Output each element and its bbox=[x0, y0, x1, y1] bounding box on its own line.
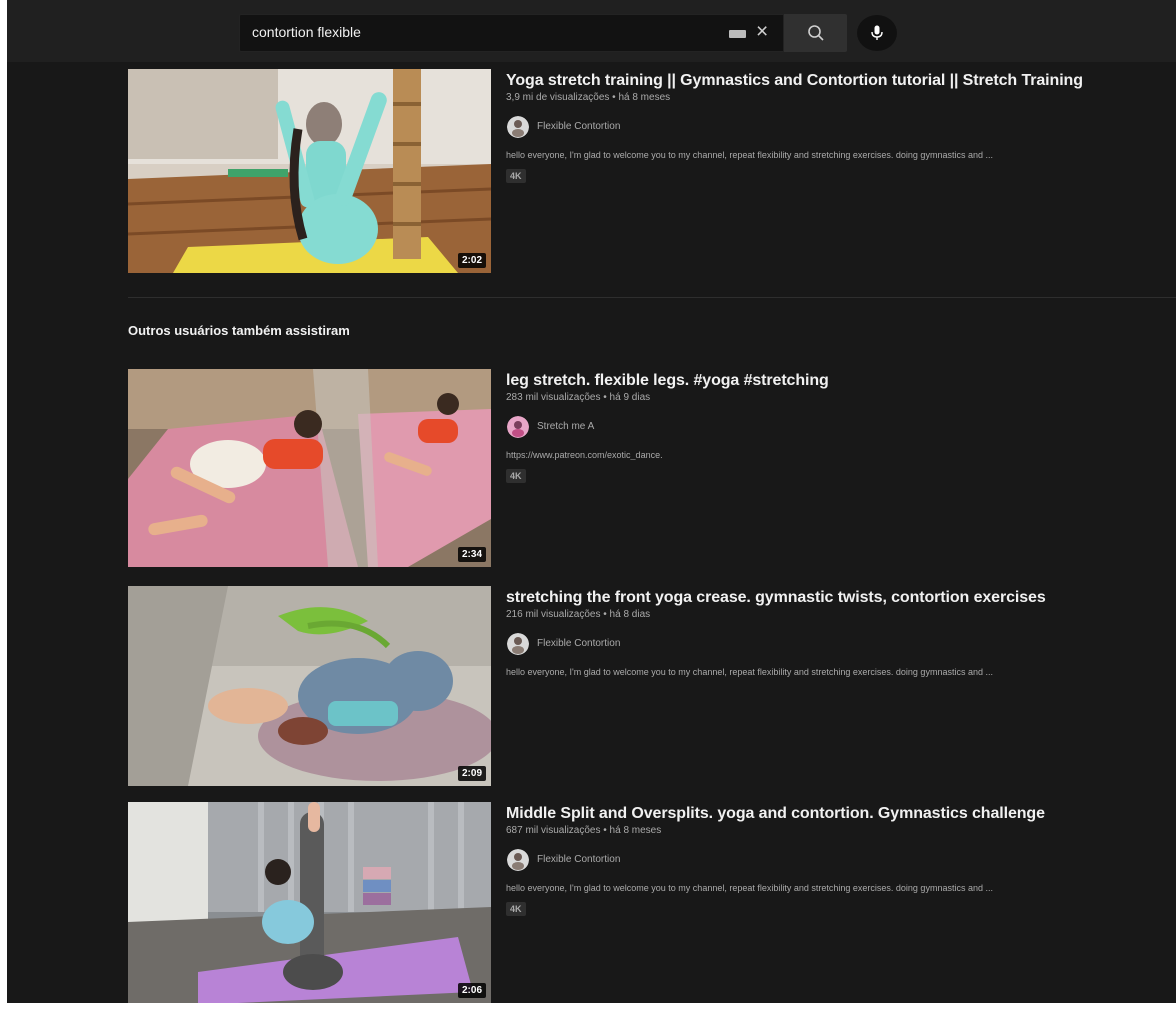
video-description: hello everyone, I'm glad to welcome you … bbox=[506, 883, 993, 893]
video-result[interactable]: 2:09 stretching the front yoga crease. g… bbox=[128, 586, 1176, 786]
channel-avatar[interactable] bbox=[507, 849, 529, 871]
top-bar: contortion flexible × bbox=[7, 0, 1176, 62]
section-divider bbox=[128, 297, 1176, 298]
video-title[interactable]: stretching the front yoga crease. gymnas… bbox=[506, 589, 1176, 607]
channel-name[interactable]: Flexible Contortion bbox=[537, 854, 620, 865]
video-duration: 2:09 bbox=[457, 766, 486, 781]
microphone-icon bbox=[871, 25, 883, 40]
quality-badge: 4K bbox=[506, 169, 526, 183]
search-query[interactable]: contortion flexible bbox=[252, 24, 361, 40]
section-heading: Outros usuários também assistiram bbox=[128, 323, 350, 338]
video-description: hello everyone, I'm glad to welcome you … bbox=[506, 150, 993, 160]
search-icon bbox=[808, 25, 824, 41]
channel-name[interactable]: Flexible Contortion bbox=[537, 638, 620, 649]
video-title[interactable]: Yoga stretch training || Gymnastics and … bbox=[506, 72, 1176, 90]
video-meta: 216 mil visualizações • há 8 dias bbox=[506, 609, 651, 620]
quality-badge: 4K bbox=[506, 469, 526, 483]
video-thumbnail[interactable]: 2:06 bbox=[128, 802, 491, 1003]
close-icon[interactable]: × bbox=[756, 21, 768, 43]
video-meta: 283 mil visualizações • há 9 dias bbox=[506, 392, 651, 403]
video-result[interactable]: 2:02 Yoga stretch training || Gymnastics… bbox=[128, 69, 1176, 275]
video-thumbnail[interactable]: 2:09 bbox=[128, 586, 491, 786]
search-button[interactable] bbox=[784, 14, 847, 52]
video-info: Middle Split and Oversplits. yoga and co… bbox=[506, 802, 1176, 917]
youtube-search-results: contortion flexible × 2:02 Yoga stretch … bbox=[7, 0, 1176, 1003]
keyboard-icon[interactable] bbox=[729, 30, 746, 38]
video-info: stretching the front yoga crease. gymnas… bbox=[506, 586, 1176, 677]
channel-row[interactable]: Flexible Contortion bbox=[506, 633, 1176, 655]
video-duration: 2:06 bbox=[457, 983, 486, 998]
video-meta: 687 mil visualizações • há 8 meses bbox=[506, 825, 662, 836]
quality-badge: 4K bbox=[506, 902, 526, 916]
video-duration: 2:02 bbox=[457, 253, 486, 268]
video-thumbnail[interactable]: 2:34 bbox=[128, 369, 491, 567]
video-meta: 3,9 mi de visualizações • há 8 meses bbox=[506, 92, 671, 103]
video-title[interactable]: leg stretch. flexible legs. #yoga #stret… bbox=[506, 372, 1176, 390]
video-thumbnail[interactable]: 2:02 bbox=[128, 69, 491, 273]
video-result[interactable]: 2:34 leg stretch. flexible legs. #yoga #… bbox=[128, 369, 1176, 569]
video-result[interactable]: 2:06 Middle Split and Oversplits. yoga a… bbox=[128, 802, 1176, 1003]
channel-row[interactable]: Flexible Contortion bbox=[506, 849, 1176, 871]
voice-search-button[interactable] bbox=[857, 15, 897, 51]
video-duration: 2:34 bbox=[457, 547, 486, 562]
channel-avatar[interactable] bbox=[507, 633, 529, 655]
video-info: leg stretch. flexible legs. #yoga #stret… bbox=[506, 369, 1176, 484]
channel-avatar[interactable] bbox=[507, 116, 529, 138]
video-info: Yoga stretch training || Gymnastics and … bbox=[506, 69, 1176, 184]
channel-name[interactable]: Stretch me A bbox=[537, 421, 594, 432]
video-description: hello everyone, I'm glad to welcome you … bbox=[506, 667, 993, 677]
video-title[interactable]: Middle Split and Oversplits. yoga and co… bbox=[506, 805, 1176, 823]
search-input[interactable]: contortion flexible × bbox=[239, 14, 784, 52]
video-description: https://www.patreon.com/exotic_dance. bbox=[506, 450, 663, 460]
channel-row[interactable]: Flexible Contortion bbox=[506, 116, 1176, 138]
channel-name[interactable]: Flexible Contortion bbox=[537, 121, 620, 132]
channel-avatar[interactable] bbox=[507, 416, 529, 438]
channel-row[interactable]: Stretch me A bbox=[506, 416, 1176, 438]
